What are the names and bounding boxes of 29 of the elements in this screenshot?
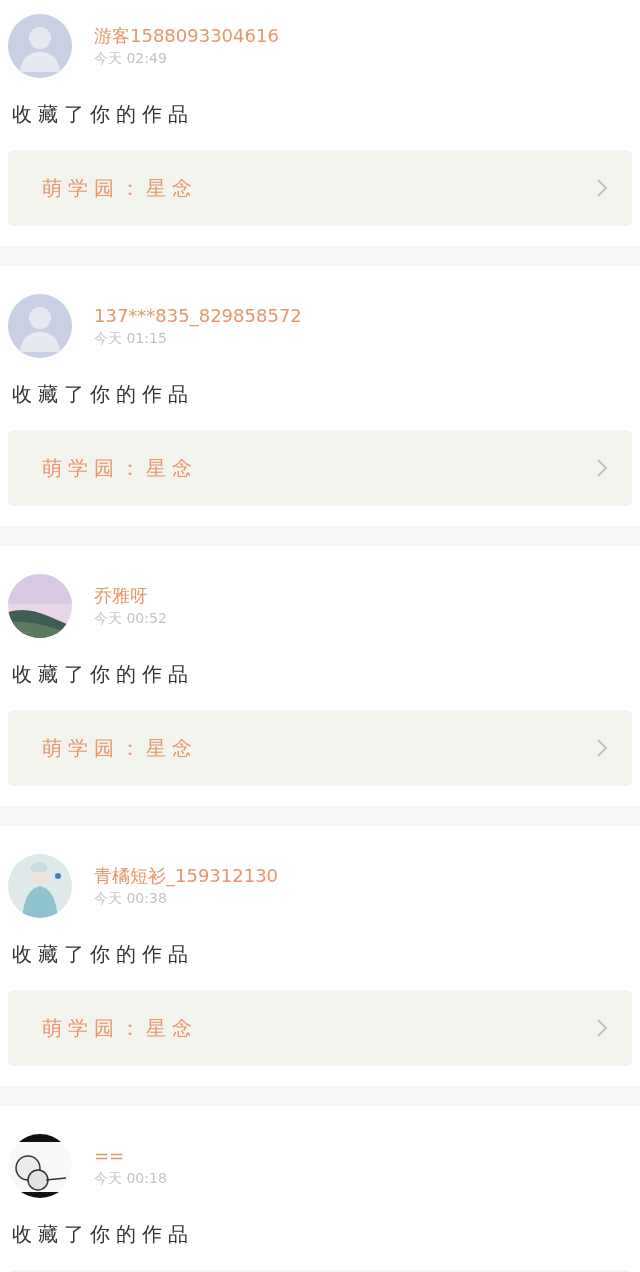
work-title: 萌学园：星念: [42, 175, 198, 202]
timestamp: 今天 01:15: [94, 329, 168, 348]
user-name[interactable]: 青橘短衫_159312130: [94, 864, 279, 888]
timestamp: 今天 00:18: [94, 1169, 167, 1188]
timestamp: 今天 00:52: [94, 609, 167, 628]
chevron-right-icon: [596, 1018, 608, 1038]
work-card[interactable]: 萌学园：星念: [8, 150, 632, 226]
work-card[interactable]: 萌学园：星念: [8, 430, 632, 506]
work-title: 萌学园：星念: [42, 1015, 198, 1042]
user-name[interactable]: 游客1588093304616: [94, 24, 279, 48]
action-text: 收藏了你的作品: [12, 102, 194, 126]
chevron-right-icon: [596, 738, 608, 758]
work-card[interactable]: 萌学园：星念: [8, 710, 632, 786]
avatar-icon[interactable]: [8, 14, 72, 78]
work-title: 萌学园：星念: [42, 455, 198, 482]
user-name[interactable]: ==: [94, 1144, 167, 1168]
timestamp: 今天 00:38: [94, 889, 168, 908]
chevron-right-icon: [596, 458, 608, 478]
user-name[interactable]: 乔雅呀: [94, 584, 167, 608]
action-text: 收藏了你的作品: [12, 382, 194, 406]
chevron-right-icon: [596, 178, 608, 198]
action-text: 收藏了你的作品: [12, 1222, 194, 1246]
timestamp: 今天 02:49: [94, 49, 168, 68]
action-text: 收藏了你的作品: [12, 662, 194, 686]
work-title: 萌学园：星念: [42, 735, 198, 762]
work-card[interactable]: 萌学园：星念: [8, 990, 632, 1066]
action-text: 收藏了你的作品: [12, 942, 194, 966]
avatar-icon[interactable]: [8, 294, 72, 358]
user-name[interactable]: 137***835_829858572: [94, 304, 302, 328]
